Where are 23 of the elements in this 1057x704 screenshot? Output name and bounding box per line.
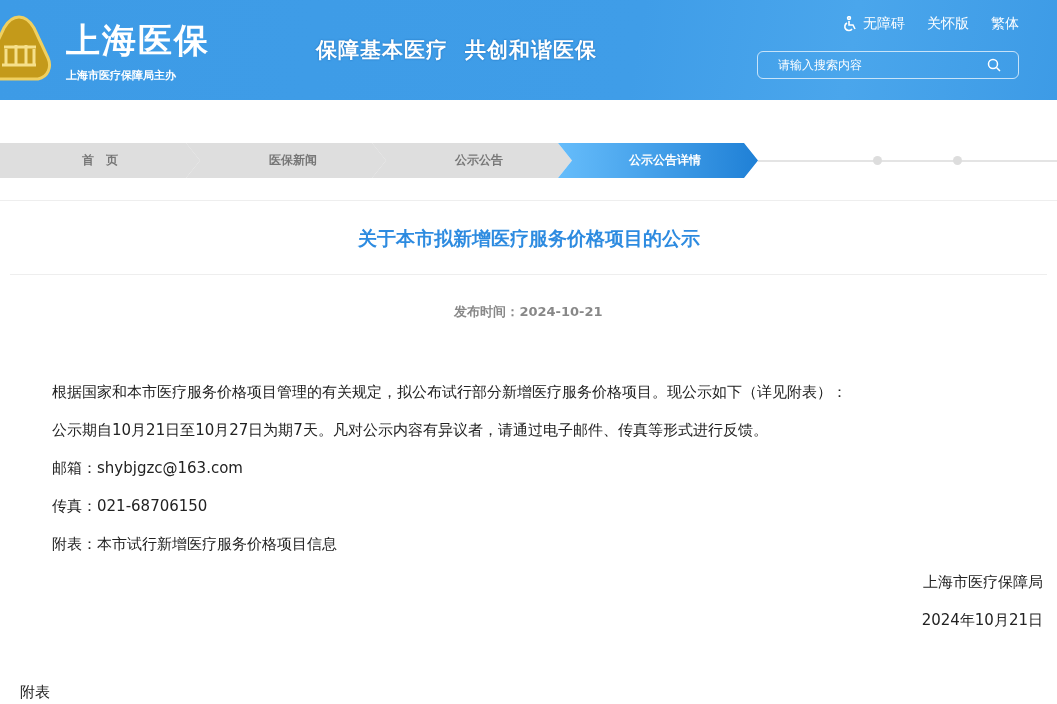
breadcrumb-item[interactable]: 公示公告 [372,143,572,178]
article-paragraph: 附表：本市试行新增医疗服务价格项目信息 [52,534,338,555]
header-link[interactable]: 无障碍 [843,15,905,33]
breadcrumb-item[interactable]: 公示公告详情 [558,143,758,178]
search-field[interactable]: 请输入搜索内容 [757,51,1019,79]
article-paragraph: 根据国家和本市医疗服务价格项目管理的有关规定，拟公布试行部分新增医疗服务价格项目。现公示如下（详见附表）： [52,382,848,403]
article-paragraph: 公示期自10月21日至10月27日为期7天。凡对公示内容有异议者，请通过电子邮件、传真等形式进行反馈。 [52,420,769,441]
header-link[interactable]: 繁体 [991,15,1019,33]
breadcrumb-item[interactable]: 医保新闻 [186,143,386,178]
search-icon[interactable] [987,58,1001,72]
attachment-heading: 附表 [20,683,51,702]
accessibility-icon [843,16,859,32]
site-subtitle: 上海市医疗保障局主办 [66,67,177,83]
site-title: 上海医保 [66,18,210,62]
signature-line: 2024年10月21日 [920,610,1043,631]
article-paragraph: 传真：021-68706150 [52,496,209,517]
article-paragraph: 邮箱：shybjgzc@163.com [52,458,244,479]
slogan: 保障基本医疗 共创和谐医保 [316,37,597,64]
breadcrumb-item[interactable]: 首 页 [0,143,200,178]
article-title: 关于本市拟新增医疗服务价格项目的公示 [356,226,701,251]
signature-line: 上海市医疗保障局 [922,572,1043,593]
publish-time: 发布时间：2024-10-21 [453,303,604,321]
header-link[interactable]: 关怀版 [927,15,969,33]
